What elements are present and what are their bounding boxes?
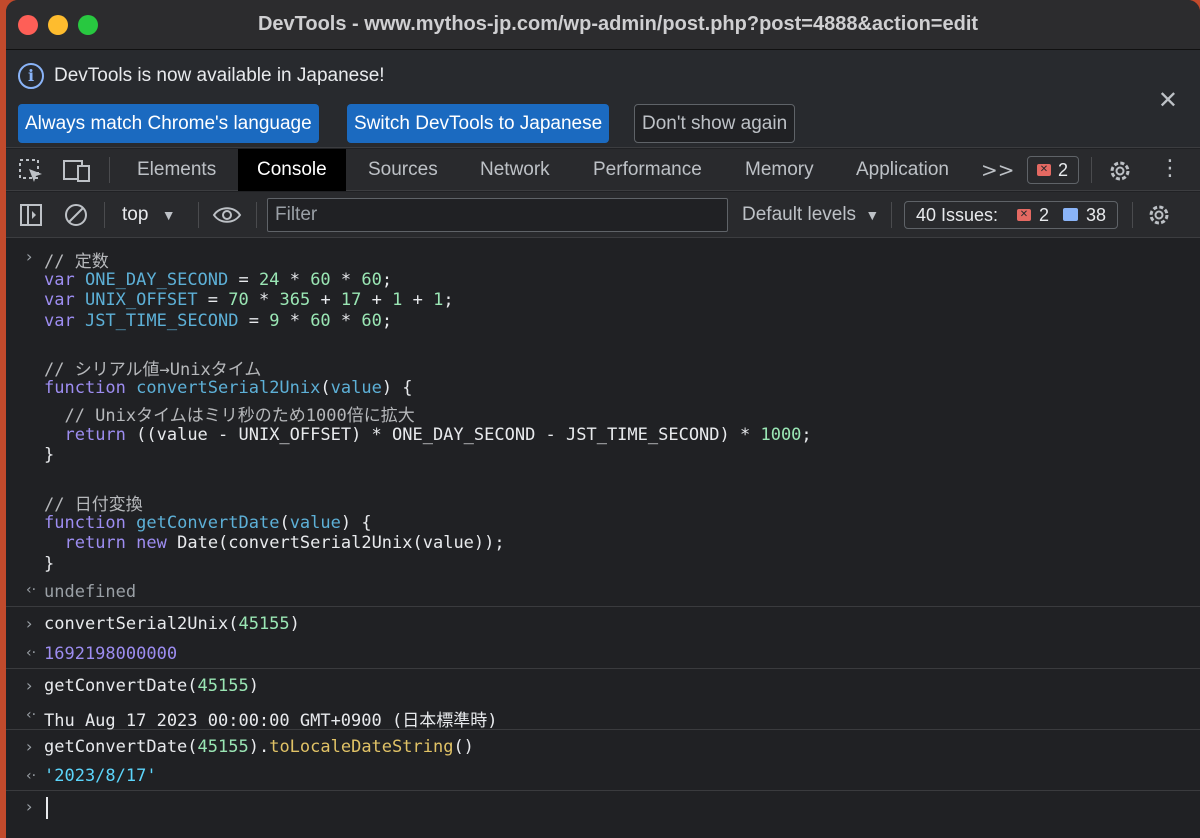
issues-error-count: 2 (1039, 205, 1050, 225)
always-match-language-button[interactable]: Always match Chrome's language (18, 104, 319, 143)
result-arrow-icon: ‹· (26, 768, 37, 784)
code-line: } (44, 445, 55, 465)
result-value: undefined (44, 582, 137, 602)
code-line: } (44, 554, 55, 574)
more-options-icon[interactable]: ⋮ (1159, 156, 1181, 181)
toolbar-divider (109, 157, 110, 183)
issues-counter[interactable]: 40 Issues: ✕ 2 38 (904, 201, 1118, 229)
context-value: top (122, 204, 149, 225)
dont-show-again-button[interactable]: Don't show again (634, 104, 796, 143)
issues-label: 40 Issues: (916, 205, 999, 225)
input-chevron-icon: › (26, 797, 33, 816)
code-line: var JST_TIME_SECOND = 9 * 60 * 60; (44, 311, 393, 331)
input-code: convertSerial2Unix(45155) (44, 614, 300, 634)
inspect-element-icon[interactable] (18, 158, 44, 184)
more-tabs-icon[interactable]: >> (981, 158, 1015, 182)
tab-elements[interactable]: Elements (118, 149, 235, 191)
tab-sources[interactable]: Sources (349, 149, 457, 191)
close-icon[interactable]: ✕ (1158, 86, 1178, 114)
code-line: function convertSerial2Unix(value) { (44, 378, 413, 398)
console-settings-gear-icon[interactable] (1146, 202, 1172, 228)
tab-memory[interactable]: Memory (726, 149, 833, 191)
toolbar-divider (256, 202, 257, 228)
console-entry: › getConvertDate(45155).toLocaleDateStri… (6, 731, 1200, 791)
result-value: 1692198000000 (44, 644, 178, 664)
toolbar-divider (104, 202, 105, 228)
input-close: () (453, 737, 474, 757)
code-line: return ((value - UNIX_OFFSET) * ONE_DAY_… (64, 425, 812, 445)
input-fn: convertSerial2Unix( (44, 614, 239, 634)
title-bar: DevTools - www.mythos-jp.com/wp-admin/po… (6, 0, 1200, 50)
code-line: var ONE_DAY_SECOND = 24 * 60 * 60; (44, 270, 393, 290)
input-code: getConvertDate(45155) (44, 676, 259, 696)
filter-input[interactable]: Filter (267, 198, 728, 232)
input-arg: 45155 (197, 737, 249, 757)
issues-message-count: 38 (1086, 205, 1107, 225)
log-levels-label: Default levels (742, 204, 857, 225)
console-toolbar: top ▼ Filter Default levels ▼ 40 Issues:… (6, 192, 1200, 238)
devtools-window: DevTools - www.mythos-jp.com/wp-admin/po… (6, 0, 1200, 838)
console-panel: › // 定数 var ONE_DAY_SECOND = 24 * 60 * 6… (6, 239, 1200, 838)
error-count-badge[interactable]: ✕ 2 (1027, 156, 1079, 184)
window-title: DevTools - www.mythos-jp.com/wp-admin/po… (257, 13, 979, 35)
info-icon: i (18, 63, 44, 89)
error-icon: ✕ (1017, 209, 1031, 221)
code-line: // 定数 (44, 252, 109, 272)
result-value: Thu Aug 17 2023 00:00:00 GMT+0900 (日本標準時… (44, 711, 498, 731)
sidebar-toggle-icon[interactable] (19, 203, 43, 227)
input-chevron-icon: › (26, 614, 33, 633)
tab-application[interactable]: Application (837, 149, 968, 191)
input-arg: 45155 (197, 676, 249, 696)
input-close: ) (248, 676, 259, 696)
chevron-down-icon: ▼ (161, 207, 176, 223)
input-close: ) (289, 614, 300, 634)
switch-to-japanese-button[interactable]: Switch DevTools to Japanese (347, 104, 610, 143)
result-arrow-icon: ‹· (26, 707, 37, 723)
infobar-message: DevTools is now available in Japanese! (54, 65, 385, 86)
language-infobar: i DevTools is now available in Japanese!… (6, 50, 1200, 148)
log-levels-dropdown[interactable]: Default levels ▼ (742, 204, 879, 226)
console-entry: › // 定数 var ONE_DAY_SECOND = 24 * 60 * 6… (6, 239, 1200, 607)
input-fn: getConvertDate( (44, 676, 198, 696)
result-arrow-icon: ‹· (26, 582, 37, 598)
context-selector[interactable]: top ▼ (122, 204, 176, 226)
device-toolbar-icon[interactable] (62, 158, 92, 184)
tab-performance[interactable]: Performance (574, 149, 721, 191)
toolbar-divider (1091, 157, 1092, 183)
settings-gear-icon[interactable] (1107, 158, 1133, 184)
code-line: function getConvertDate(value) { (44, 513, 372, 533)
toolbar-divider (891, 202, 892, 228)
tab-network[interactable]: Network (461, 149, 569, 191)
clear-console-icon[interactable] (64, 203, 88, 227)
result-value: '2023/8/17' (44, 766, 157, 786)
input-code: getConvertDate(45155).toLocaleDateString… (44, 737, 474, 757)
live-expression-eye-icon[interactable] (212, 204, 242, 226)
input-chevron-icon: › (26, 676, 33, 695)
input-method: toLocaleDateString (269, 737, 454, 757)
main-tabbar: Elements Console Sources Network Perform… (6, 149, 1200, 191)
input-chevron-icon: › (26, 247, 33, 266)
console-input-cursor[interactable] (46, 797, 48, 819)
tab-console[interactable]: Console (238, 149, 346, 191)
console-entry: › convertSerial2Unix(45155) ‹· 169219800… (6, 608, 1200, 669)
toolbar-divider (1132, 202, 1133, 228)
code-line: // Unixタイムはミリ秒のため1000倍に拡大 (44, 406, 415, 426)
error-count: 2 (1058, 160, 1069, 180)
input-fn: getConvertDate( (44, 737, 198, 757)
result-arrow-icon: ‹· (26, 645, 37, 661)
input-arg: 45155 (238, 614, 290, 634)
toolbar-divider (198, 202, 199, 228)
input-chevron-icon: › (26, 737, 33, 756)
chevron-down-icon: ▼ (865, 207, 880, 223)
code-line: var UNIX_OFFSET = 70 * 365 + 17 + 1 + 1; (44, 290, 454, 310)
console-entry: › getConvertDate(45155) ‹· Thu Aug 17 20… (6, 670, 1200, 731)
code-line: return new Date(convertSerial2Unix(value… (64, 533, 505, 553)
code-line: // 日付変換 (44, 495, 143, 515)
message-icon (1063, 208, 1078, 221)
input-mid: ). (248, 737, 270, 757)
code-line: // シリアル値→Unixタイム (44, 360, 262, 380)
error-icon: ✕ (1037, 164, 1051, 176)
